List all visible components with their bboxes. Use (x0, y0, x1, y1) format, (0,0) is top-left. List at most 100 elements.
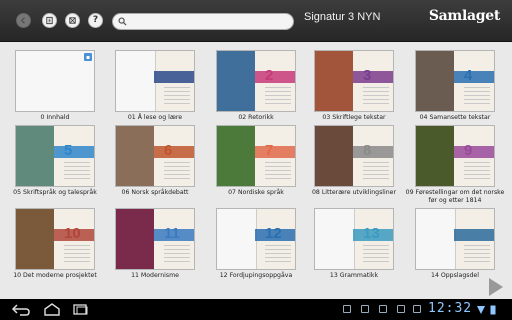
chapter-tile[interactable]: 4 04 Samansette tekstar (405, 50, 505, 128)
chapter-number: 10 (64, 225, 81, 242)
chapter-tile[interactable]: ▪ 0 Innhald (5, 50, 105, 128)
text-lines (265, 87, 291, 107)
chapter-tile[interactable]: 12 12 Fordjupingsoppgåva (206, 208, 306, 286)
search-box[interactable] (112, 13, 294, 30)
tools-icon[interactable] (65, 13, 80, 28)
chapter-cover-image (315, 209, 355, 269)
text-lines (265, 162, 291, 182)
home-nav-icon[interactable] (42, 303, 62, 316)
top-bar: ? Signatur 3 NYN Samlaget (0, 0, 512, 42)
chapter-tile[interactable]: 9 09 Førestellingar om det norske før og … (405, 125, 505, 204)
chapter-thumbnail[interactable]: 8 (314, 125, 394, 187)
text-lines (363, 245, 389, 265)
chapter-cover-image (116, 126, 154, 186)
chapter-label: 05 Skriftspråk og talespråk (13, 189, 97, 196)
chapter-thumbnail[interactable]: ▪ (15, 50, 95, 112)
chapter-color-band (255, 71, 295, 83)
chapter-thumbnail[interactable]: 10 (15, 208, 95, 270)
chapter-tile[interactable]: 10 10 Det moderne prosjektet (5, 208, 105, 286)
chapter-tile[interactable]: 2 02 Retorikk (206, 50, 306, 128)
chapter-cover-image (416, 51, 454, 111)
chapter-cover-image (217, 51, 255, 111)
text-lines (464, 162, 490, 182)
chapter-number: 13 (363, 225, 380, 242)
chapter-number: 7 (265, 142, 274, 159)
chapter-label: 01 Å lese og lære (127, 114, 183, 121)
chapter-cover-image (16, 126, 54, 186)
help-icon[interactable]: ? (88, 13, 103, 28)
tray-checkbox-icon-1[interactable] (343, 305, 351, 313)
chapter-cover-image (217, 126, 255, 186)
chapter-tile[interactable]: 01 Å lese og lære (105, 50, 205, 128)
chapter-thumbnail[interactable]: 4 (415, 50, 495, 112)
chapter-tile[interactable]: 8 08 Litterære utviklingsliner (304, 125, 404, 203)
book-title: Signatur 3 NYN (304, 11, 381, 23)
chapter-color-band (255, 146, 295, 158)
text-lines (164, 87, 190, 107)
chapter-color-band (154, 146, 194, 158)
chapter-tile[interactable]: 5 05 Skriftspråk og talespråk (5, 125, 105, 203)
tray-checkbox-icon-4[interactable] (397, 305, 405, 313)
search-input[interactable] (130, 15, 288, 28)
text-lines (363, 162, 389, 182)
chapter-grid: ▪ 0 Innhald 01 Å lese og lære 2 02 Retorikk 3… (0, 42, 512, 298)
chapter-label: 04 Samansette tekstar (419, 114, 491, 121)
back-nav-icon[interactable] (10, 303, 32, 316)
chapter-cover-image (416, 209, 456, 269)
chapter-thumbnail[interactable]: 11 (115, 208, 195, 270)
text-lines (363, 87, 389, 107)
chapter-thumbnail[interactable] (115, 50, 195, 112)
text-lines (64, 245, 90, 265)
tray-checkbox-icon-5[interactable] (413, 305, 421, 313)
chapter-label: 03 Skriftlege tekstar (322, 114, 386, 121)
chapter-color-band (454, 71, 494, 83)
chapter-color-band (353, 71, 393, 83)
chapter-cover-image (116, 209, 154, 269)
chapter-thumbnail[interactable] (415, 208, 495, 270)
chapter-number: 9 (464, 142, 473, 159)
chapter-number: 2 (265, 67, 274, 84)
chapter-thumbnail[interactable]: 12 (216, 208, 296, 270)
text-lines (64, 162, 90, 182)
chapter-thumbnail[interactable]: 3 (314, 50, 394, 112)
chapter-number: 12 (265, 225, 282, 242)
chapter-number: 5 (64, 142, 73, 159)
chapter-thumbnail[interactable]: 13 (314, 208, 394, 270)
text-lines (464, 87, 490, 107)
chapter-tile[interactable]: 14 Oppslagsdel (405, 208, 505, 286)
status-clock[interactable]: 12:32 (428, 301, 472, 316)
chapter-label: 06 Norsk språkdebatt (121, 189, 189, 196)
text-lines (164, 162, 190, 182)
chapter-tile[interactable]: 13 13 Grammatikk (304, 208, 404, 286)
chapter-thumbnail[interactable]: 2 (216, 50, 296, 112)
tray-checkbox-icon-2[interactable] (361, 305, 369, 313)
chapter-tile[interactable]: 11 11 Modernisme (105, 208, 205, 286)
bookmark-icon[interactable] (42, 13, 57, 28)
chapter-color-band (454, 146, 494, 158)
chapter-number: 3 (363, 67, 372, 84)
chapter-tile[interactable]: 6 06 Norsk språkdebatt (105, 125, 205, 203)
chapter-thumbnail[interactable]: 9 (415, 125, 495, 187)
recent-apps-icon[interactable] (72, 303, 90, 316)
chapter-cover-image (315, 51, 353, 111)
chapter-label: 07 Nordiske språk (228, 189, 284, 196)
back-icon[interactable] (16, 13, 31, 28)
chapter-cover-image (116, 51, 156, 111)
tray-checkbox-icon-3[interactable] (379, 305, 387, 313)
next-page-arrow-icon[interactable] (489, 278, 503, 296)
chapter-color-band (54, 146, 94, 158)
chapter-thumbnail[interactable]: 7 (216, 125, 296, 187)
search-icon (118, 17, 127, 26)
chapter-thumbnail[interactable]: 6 (115, 125, 195, 187)
battery-icon (490, 305, 496, 315)
text-lines (265, 245, 291, 265)
chapter-color-band (454, 229, 494, 241)
help-glyph: ? (92, 15, 99, 25)
chapter-cover-image (16, 209, 54, 269)
chapter-label: 12 Fordjupingsoppgåva (219, 272, 293, 279)
chapter-number: 6 (164, 142, 173, 159)
chapter-tile[interactable]: 3 03 Skriftlege tekstar (304, 50, 404, 128)
chapter-thumbnail[interactable]: 5 (15, 125, 95, 187)
chapter-tile[interactable]: 7 07 Nordiske språk (206, 125, 306, 203)
chapter-number: 11 (164, 225, 180, 242)
